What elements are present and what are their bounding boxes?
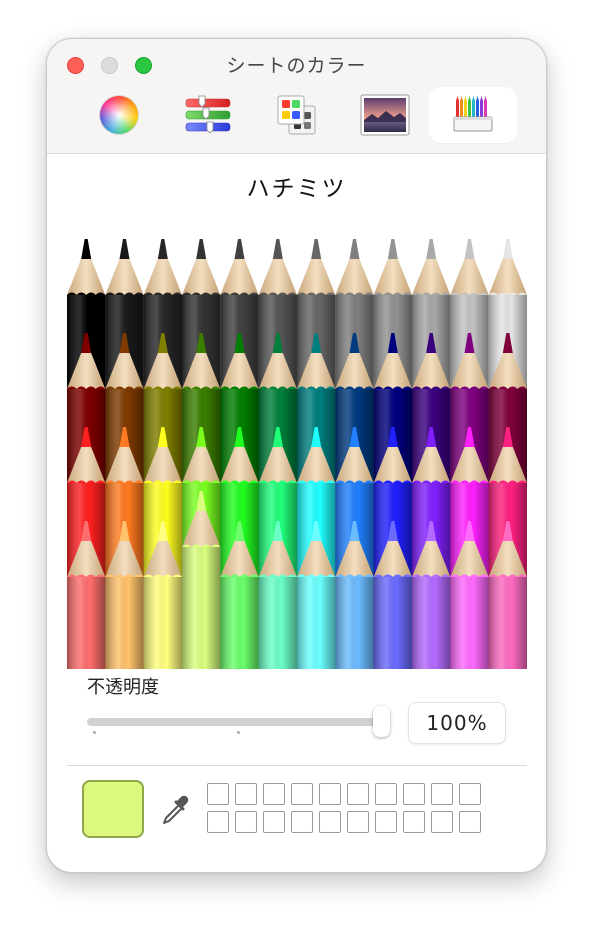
divider [67,765,527,766]
custom-swatch-slot[interactable] [235,783,257,805]
custom-swatch-slot[interactable] [403,783,425,805]
opacity-value-field[interactable]: 100% [408,702,506,744]
tab-image-palettes[interactable] [357,87,413,143]
custom-swatch-slot[interactable] [291,783,313,805]
custom-swatch-slot[interactable] [459,811,481,833]
pencils-icon [453,96,493,132]
custom-swatch-slot[interactable] [347,783,369,805]
tab-color-palettes[interactable] [269,87,325,143]
slider-tick-mark [237,731,240,734]
custom-swatch-slot[interactable] [403,811,425,833]
custom-swatch-slot[interactable] [319,811,341,833]
custom-swatch-slot[interactable] [347,811,369,833]
title-bar: シートのカラー [47,39,546,154]
custom-swatch-slot[interactable] [431,811,453,833]
pencil-grid [67,239,527,669]
custom-swatch-slot[interactable] [375,783,397,805]
pencil-box [67,239,527,669]
opacity-label: 不透明度 [87,677,159,698]
custom-swatch-slot[interactable] [263,783,285,805]
custom-swatch-slot[interactable] [235,811,257,833]
opacity-slider-track[interactable] [87,718,387,726]
custom-swatch-slot[interactable] [207,783,229,805]
tab-color-sliders[interactable] [180,87,236,143]
current-color-well[interactable] [82,780,144,838]
custom-swatch-slot[interactable] [459,783,481,805]
window-title: シートのカラー [226,55,367,77]
eyedropper-icon [163,795,189,824]
tab-color-wheel[interactable] [91,87,147,143]
custom-swatch-slot[interactable] [291,811,313,833]
custom-swatch-slot[interactable] [375,811,397,833]
image-palettes-icon [360,94,410,136]
opacity-slider-thumb[interactable] [373,706,390,737]
opacity-value-text: 100% [426,711,488,735]
eyedropper-button[interactable] [159,794,191,828]
custom-swatch-slot[interactable] [207,811,229,833]
tab-pencils[interactable] [429,87,517,143]
color-palettes-icon [277,95,316,135]
color-wheel-icon [100,96,138,134]
custom-swatch-slot[interactable] [263,811,285,833]
custom-swatch-slot[interactable] [431,783,453,805]
custom-swatch-slot[interactable] [319,783,341,805]
slider-tick-mark [93,731,96,734]
color-panel-window: シートのカラー ハチミツ 不透明度 100% [46,38,547,873]
color-sliders-icon [185,95,231,134]
selected-color-name: ハチミツ [246,176,347,202]
